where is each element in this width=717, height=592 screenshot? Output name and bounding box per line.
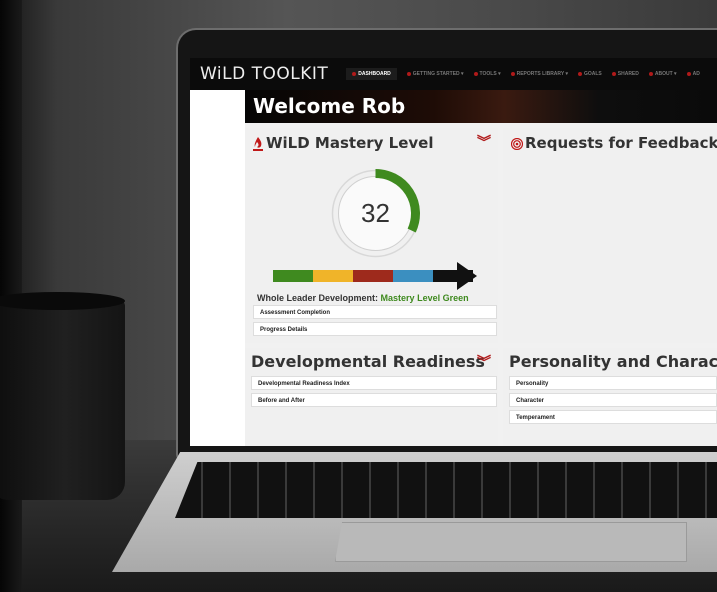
readiness-index-row[interactable]: Developmental Readiness Index [251,376,497,390]
personality-title: Personality and Character [509,352,717,371]
nav-dashboard[interactable]: DASHBOARD [346,68,397,80]
nav-reports-library[interactable]: REPORTS LIBRARY ▾ [510,68,568,80]
flame-icon [253,137,263,151]
nav-shared-label: SHARED [617,71,639,77]
nav-tools[interactable]: TOOLS ▾ [473,68,501,80]
mastery-title: WiLD Mastery Level [266,134,434,152]
personality-panel: Personality and Character Personality Ch… [503,348,717,446]
mastery-summary: Whole Leader Development: Mastery Level … [257,293,469,303]
mastery-gauge: 32 [331,169,420,258]
getting-started-icon [406,72,411,76]
nav-shared[interactable]: SHARED [611,68,639,80]
goals-icon [577,72,582,76]
mastery-score: 32 [361,198,390,228]
nav-dashboard-label: DASHBOARD [358,71,391,77]
dashboard-icon [352,72,357,76]
before-after-row[interactable]: Before and After [251,393,497,407]
assessment-completion-row[interactable]: Assessment Completion [253,305,497,319]
main-nav: DASHBOARD GETTING STARTED ▾ TOOLS ▾ REPO… [346,68,700,80]
reports-icon [510,72,515,76]
level-bar-segment [313,270,353,282]
readiness-collapse-icon[interactable]: ︾ [477,355,491,369]
readiness-title: Developmental Readiness [251,352,485,371]
shared-icon [611,72,616,76]
feedback-panel: Requests for Feedback [503,128,717,343]
nav-goals[interactable]: GOALS [577,68,602,80]
readiness-panel: Developmental Readiness ︾ Developmental … [245,348,498,446]
top-navbar: WiLD TOOLKIT DASHBOARD GETTING STARTED ▾… [190,58,717,90]
nav-tools-label: TOOLS ▾ [479,71,501,77]
welcome-heading: Welcome Rob [253,94,406,118]
tools-icon [473,72,478,76]
temperament-row[interactable]: Temperament [509,410,717,424]
nav-admin-label: AD [692,71,700,77]
nav-getting-started[interactable]: GETTING STARTED ▾ [406,68,464,80]
mastery-summary-value: Mastery Level Green [380,293,469,303]
nav-reports-label: REPORTS LIBRARY ▾ [516,71,568,77]
level-bar-segment [273,270,313,282]
mastery-panel: WiLD Mastery Level ︾ 32 Whole Leader Dev… [245,128,498,343]
nav-admin[interactable]: AD [686,68,700,80]
target-icon [511,138,523,150]
app-logo[interactable]: WiLD TOOLKIT [200,64,328,84]
mastery-summary-label: Whole Leader Development: [257,293,379,303]
mastery-collapse-icon[interactable]: ︾ [477,135,491,149]
feedback-title: Requests for Feedback [525,134,717,152]
nav-goals-label: GOALS [583,71,602,77]
arrow-head-icon [457,262,477,290]
personality-row[interactable]: Personality [509,376,717,390]
nav-getting-started-label: GETTING STARTED ▾ [412,71,464,77]
mastery-level-bar [273,270,473,282]
level-bar-segment [393,270,433,282]
coffee-mug [0,300,125,500]
character-row[interactable]: Character [509,393,717,407]
left-margin [190,90,245,446]
progress-details-row[interactable]: Progress Details [253,322,497,336]
about-icon [648,72,653,76]
laptop-keyboard [175,462,717,518]
laptop-trackpad [335,522,687,562]
laptop-screen: WiLD TOOLKIT DASHBOARD GETTING STARTED ▾… [190,58,717,446]
nav-about[interactable]: ABOUT ▾ [648,68,677,80]
admin-icon [686,72,691,76]
welcome-banner: Welcome Rob [245,90,717,123]
nav-about-label: ABOUT ▾ [654,71,677,77]
level-bar-segment [353,270,393,282]
